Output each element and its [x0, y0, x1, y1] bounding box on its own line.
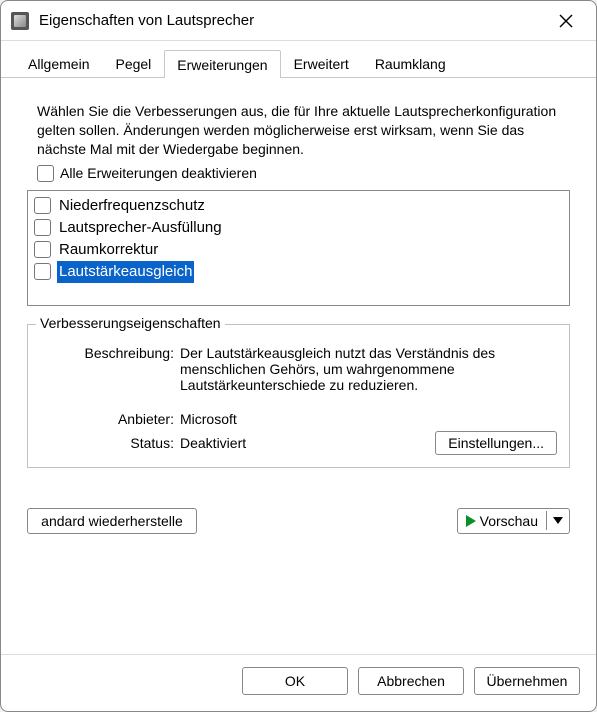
disable-all-checkbox[interactable]: [37, 165, 54, 182]
titlebar: Eigenschaften von Lautsprecher: [1, 1, 596, 41]
enhancement-item-speaker-fill[interactable]: Lautsprecher-Ausfüllung: [34, 217, 563, 239]
apply-button[interactable]: Übernehmen: [474, 667, 580, 695]
enhancements-list[interactable]: Niederfrequenzschutz Lautsprecher-Ausfül…: [27, 190, 570, 306]
tab-general[interactable]: Allgemein: [15, 49, 102, 77]
enhancement-label: Lautstärkeausgleich: [57, 261, 194, 283]
window-title: Eigenschaften von Lautsprecher: [39, 12, 546, 29]
preview-play-button[interactable]: Vorschau: [458, 509, 546, 533]
provider-label: Anbieter:: [40, 411, 180, 427]
tab-levels[interactable]: Pegel: [102, 49, 164, 77]
intro-text: Wählen Sie die Verbesserungen aus, die f…: [37, 102, 560, 159]
enhancement-label: Niederfrequenzschutz: [57, 195, 207, 217]
close-icon: [559, 14, 573, 28]
tab-enhancements[interactable]: Erweiterungen: [164, 50, 280, 78]
tab-strip: Allgemein Pegel Erweiterungen Erweitert …: [1, 41, 596, 78]
speaker-icon: [11, 12, 29, 30]
tab-content: Wählen Sie die Verbesserungen aus, die f…: [1, 78, 596, 654]
enhancement-item-low-frequency-protection[interactable]: Niederfrequenzschutz: [34, 195, 563, 217]
enhancement-item-loudness-equalization[interactable]: Lautstärkeausgleich: [34, 261, 563, 283]
ok-button[interactable]: OK: [242, 667, 348, 695]
disable-all-label: Alle Erweiterungen deaktivieren: [60, 165, 257, 181]
provider-value: Microsoft: [180, 411, 557, 427]
tab-spatial[interactable]: Raumklang: [362, 49, 459, 77]
chevron-down-icon: [553, 517, 563, 524]
preview-label: Vorschau: [480, 513, 538, 529]
enhancement-checkbox[interactable]: [34, 241, 51, 258]
play-icon: [466, 515, 476, 527]
restore-defaults-button[interactable]: andard wiederherstelle: [27, 508, 197, 534]
dialog-footer: OK Abbrechen Übernehmen: [1, 654, 596, 711]
enhancement-label: Raumkorrektur: [57, 239, 160, 261]
group-legend: Verbesserungseigenschaften: [36, 315, 225, 331]
cancel-button[interactable]: Abbrechen: [358, 667, 464, 695]
close-button[interactable]: [546, 6, 586, 36]
enhancement-item-room-correction[interactable]: Raumkorrektur: [34, 239, 563, 261]
description-label: Beschreibung:: [40, 345, 180, 393]
enhancement-label: Lautsprecher-Ausfüllung: [57, 217, 224, 239]
description-value: Der Lautstärkeausgleich nutzt das Verstä…: [180, 345, 557, 393]
enhancement-checkbox[interactable]: [34, 263, 51, 280]
status-label: Status:: [40, 435, 180, 451]
properties-dialog: Eigenschaften von Lautsprecher Allgemein…: [0, 0, 597, 712]
enhancement-checkbox[interactable]: [34, 219, 51, 236]
enhancement-checkbox[interactable]: [34, 197, 51, 214]
settings-button[interactable]: Einstellungen...: [435, 431, 557, 455]
preview-dropdown-button[interactable]: [546, 511, 569, 530]
tab-advanced[interactable]: Erweitert: [281, 49, 362, 77]
preview-split-button: Vorschau: [457, 508, 570, 534]
enhancement-properties-group: Verbesserungseigenschaften Beschreibung:…: [27, 324, 570, 468]
